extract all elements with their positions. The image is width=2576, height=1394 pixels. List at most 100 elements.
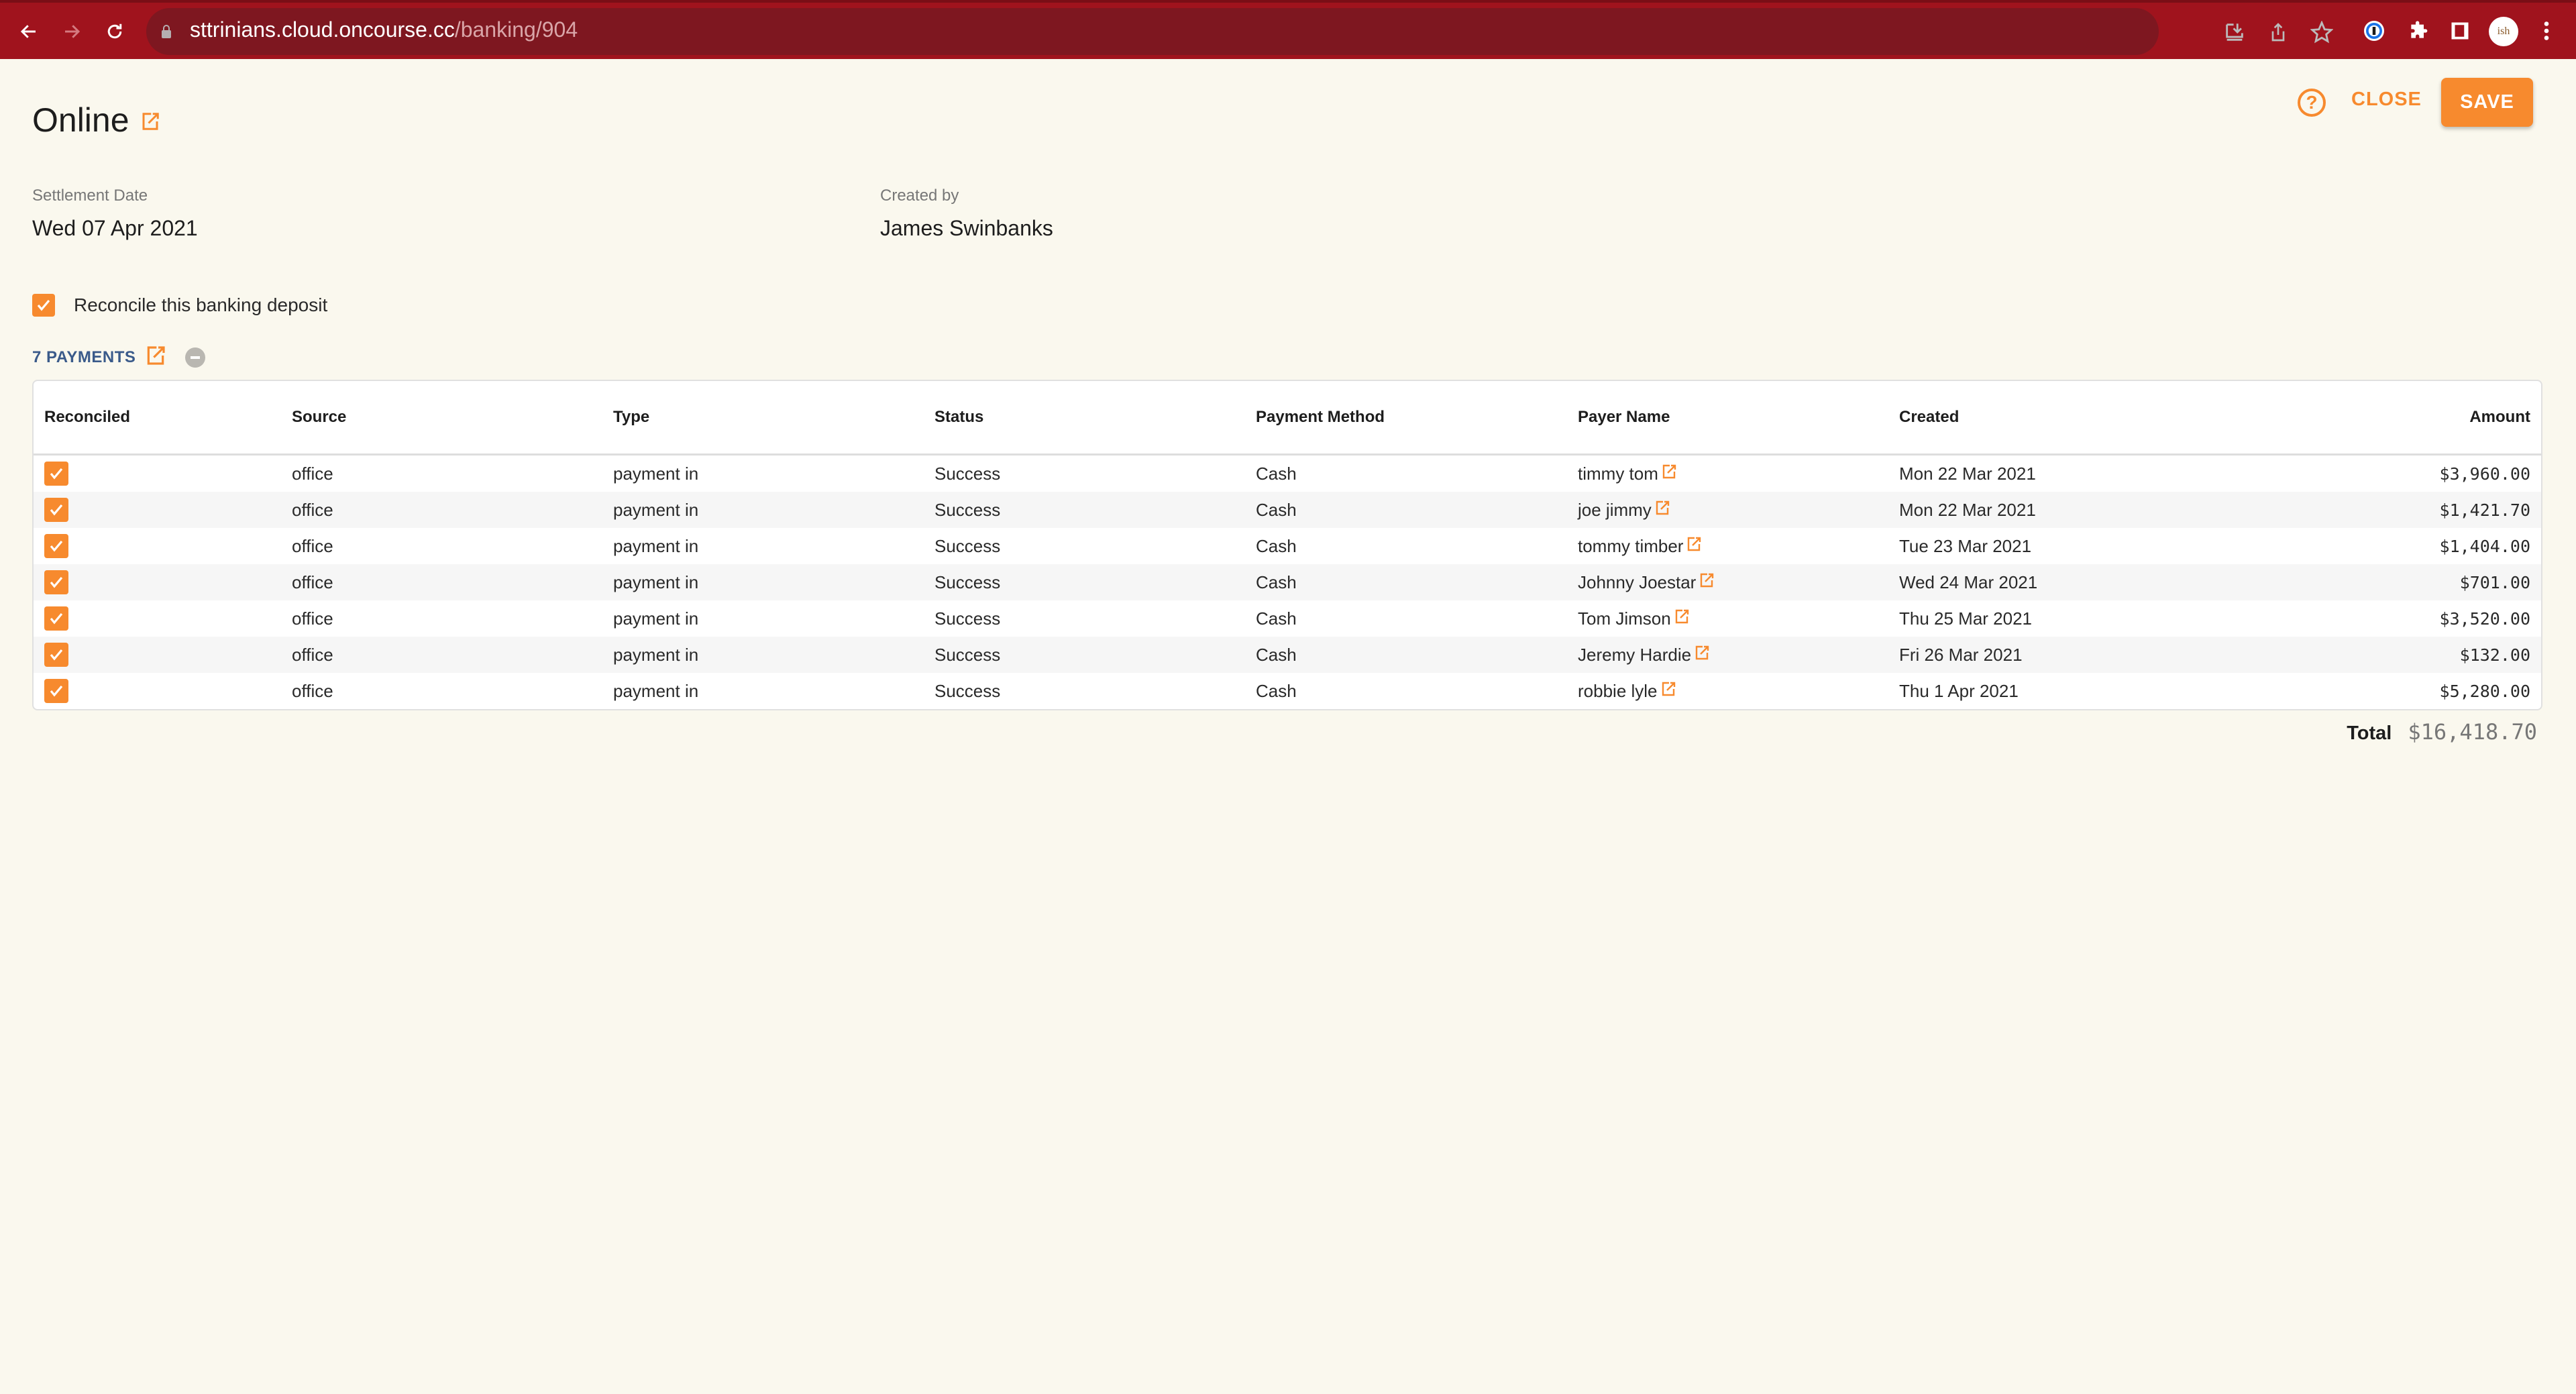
payments-count-label[interactable]: 7 PAYMENTS [32,348,136,367]
payer-name-text: Tom Jimson [1578,608,1671,629]
amount-cell: $3,520.00 [2439,608,2530,629]
open-external-icon[interactable] [140,101,160,140]
amount-cell: $5,280.00 [2439,681,2530,701]
reconciled-cell [34,498,292,522]
arrow-left-icon [20,25,36,38]
help-icon[interactable]: ? [2298,89,2326,117]
forward-button[interactable] [55,15,89,48]
type-cell: payment in [613,680,699,701]
address-bar[interactable]: sttrinians.cloud.oncourse.cc/banking/904 [146,8,2333,55]
type-cell: payment in [613,572,699,592]
created-cell: Thu 25 Mar 2021 [1899,608,2033,629]
payer-name-text: joe jimmy [1578,499,1652,520]
payer-name-text: tommy timber [1578,535,1684,556]
column-header-source[interactable]: Source [292,408,613,427]
payments-section-header: 7 PAYMENTS [32,345,206,370]
row-reconciled-checkbox[interactable] [44,679,68,703]
page-title-text: Online [32,101,129,139]
row-reconciled-checkbox[interactable] [44,534,68,558]
side-panel-icon[interactable] [2445,16,2475,46]
profile-avatar[interactable]: ish [2489,17,2518,46]
table-header-row: Reconciled Source Type Status Payment Me… [34,381,2541,455]
column-header-created[interactable]: Created [1899,408,2220,427]
row-reconciled-checkbox[interactable] [44,606,68,631]
url-text[interactable]: sttrinians.cloud.oncourse.cc/banking/904 [190,17,578,42]
payment-method-cell: Cash [1256,644,1297,665]
reload-button[interactable] [98,15,131,48]
created-cell: Tue 23 Mar 2021 [1899,535,2032,556]
status-cell: Success [934,463,1001,484]
share-icon[interactable] [2266,20,2290,44]
payer-name-cell: Johnny Joestar [1578,572,1899,593]
open-payer-external-icon[interactable] [1694,645,1710,665]
reconcile-deposit-checkbox[interactable]: Reconcile this banking deposit [32,294,327,317]
open-payer-external-icon[interactable] [1686,536,1702,557]
column-header-payment-method[interactable]: Payment Method [1256,408,1578,427]
column-header-type[interactable]: Type [613,408,934,427]
settlement-date-value[interactable]: Wed 07 Apr 2021 [32,216,198,241]
table-row[interactable]: office payment in Success Cash Tom Jimso… [34,600,2541,637]
bookmark-star-icon[interactable] [2310,20,2334,44]
extensions-puzzle-icon[interactable] [2404,16,2433,46]
row-reconciled-checkbox[interactable] [44,462,68,486]
payer-name-text: Johnny Joestar [1578,572,1697,592]
payer-name-cell: joe jimmy [1578,500,1899,521]
open-payer-external-icon[interactable] [1674,608,1690,629]
reconciled-cell [34,462,292,486]
created-cell: Mon 22 Mar 2021 [1899,463,2036,484]
payer-name-text: Jeremy Hardie [1578,644,1692,665]
reconcile-label: Reconcile this banking deposit [74,294,328,315]
password-manager-icon[interactable] [2359,16,2389,46]
table-row[interactable]: office payment in Success Cash joe jimmy… [34,492,2541,528]
payment-method-cell: Cash [1256,680,1297,701]
table-row[interactable]: office payment in Success Cash Johnny Jo… [34,564,2541,600]
open-payer-external-icon[interactable] [1661,464,1677,484]
reconciled-cell [34,606,292,631]
checkmark-icon [50,540,63,552]
table-row[interactable]: office payment in Success Cash Jeremy Ha… [34,637,2541,673]
payer-name-cell: Jeremy Hardie [1578,645,1899,665]
created-cell: Wed 24 Mar 2021 [1899,572,2038,592]
payer-name-text: timmy tom [1578,463,1658,484]
payer-name-cell: tommy timber [1578,536,1899,557]
back-button[interactable] [12,15,46,48]
table-row[interactable]: office payment in Success Cash timmy tom… [34,455,2541,492]
browser-menu-icon[interactable] [2532,16,2561,46]
open-payer-external-icon[interactable] [1699,572,1715,593]
column-header-reconciled[interactable]: Reconciled [34,408,292,427]
column-header-status[interactable]: Status [934,408,1256,427]
reconciled-cell [34,570,292,594]
checkbox-checked[interactable] [32,294,55,317]
column-header-amount[interactable]: Amount [2220,408,2541,427]
created-cell: Thu 1 Apr 2021 [1899,680,2019,701]
table-row[interactable]: office payment in Success Cash tommy tim… [34,528,2541,564]
payment-method-cell: Cash [1256,463,1297,484]
row-reconciled-checkbox[interactable] [44,498,68,522]
status-cell: Success [934,499,1001,520]
open-payer-external-icon[interactable] [1660,681,1676,702]
open-payments-external-icon[interactable] [145,345,166,370]
table-row[interactable]: office payment in Success Cash robbie ly… [34,673,2541,709]
url-host: sttrinians.cloud.oncourse.cc [190,17,455,42]
close-button[interactable]: CLOSE [2351,89,2422,111]
created-by-label: Created by [880,186,959,205]
payer-name-cell: Tom Jimson [1578,608,1899,629]
row-reconciled-checkbox[interactable] [44,643,68,667]
type-cell: payment in [613,463,699,484]
install-app-icon[interactable] [2222,20,2247,44]
source-cell: office [292,535,333,556]
checkmark-icon [50,649,63,661]
open-payer-external-icon[interactable] [1654,500,1670,521]
page-title: Online [32,101,160,140]
payment-method-cell: Cash [1256,608,1297,629]
row-reconciled-checkbox[interactable] [44,570,68,594]
type-cell: payment in [613,499,699,520]
payment-method-cell: Cash [1256,499,1297,520]
source-cell: office [292,608,333,629]
payment-method-cell: Cash [1256,572,1297,592]
column-header-payer-name[interactable]: Payer Name [1578,408,1899,427]
save-button[interactable]: SAVE [2441,78,2533,127]
amount-cell: $3,960.00 [2439,464,2530,484]
remove-circle-icon[interactable] [185,347,206,368]
checkmark-icon [37,299,50,311]
